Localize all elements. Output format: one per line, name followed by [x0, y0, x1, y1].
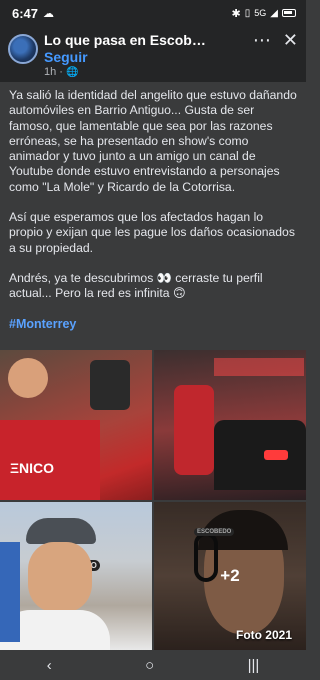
- seat-shape: [0, 542, 20, 642]
- page-avatar[interactable]: [8, 34, 38, 64]
- page-name[interactable]: Lo que pasa en Escob…: [44, 32, 247, 48]
- hashtag-link[interactable]: #Monterrey: [9, 317, 297, 332]
- bluetooth-icon: ✱: [231, 7, 241, 20]
- status-time: 6:47: [12, 5, 39, 21]
- post-paragraph-3: Andrés, ya te descubrimos 👀 cerraste tu …: [9, 270, 263, 301]
- photo-3[interactable]: ESCOBEDO: [0, 502, 152, 650]
- home-icon[interactable]: ○: [145, 657, 154, 674]
- photo-2[interactable]: [154, 350, 306, 500]
- close-icon[interactable]: ✕: [283, 30, 298, 51]
- cap-shape: [26, 518, 96, 544]
- post-paragraph-1: Ya salió la identidad del angelito que e…: [9, 88, 297, 194]
- post-paragraph-2: Así que esperamos que los afectados haga…: [9, 210, 295, 255]
- follow-button[interactable]: Seguir: [44, 49, 247, 65]
- post-time: 1h ·: [44, 66, 63, 78]
- post-header: Lo que pasa en Escob… Seguir 1h · 🌐 ⋯ ✕: [0, 26, 306, 82]
- battery-icon: [282, 9, 296, 17]
- person-shape: [90, 360, 130, 410]
- post-meta: 1h · 🌐: [44, 66, 247, 78]
- face-shape: [8, 358, 48, 398]
- shirt-text: ΞNICO: [10, 460, 55, 476]
- post-text: Ya salió la identidad del angelito que e…: [0, 82, 306, 332]
- more-photos-count: +2: [220, 566, 240, 585]
- face-shape: [28, 542, 92, 612]
- back-icon[interactable]: ‹: [47, 657, 52, 674]
- network-label: 5G: [254, 8, 267, 18]
- photo-caption: Foto 2021: [235, 628, 292, 642]
- system-nav-bar: ‹ ○ |||: [0, 650, 306, 680]
- status-bar: 6:47 ☁ ✱ ▯ 5G ◢: [0, 0, 306, 26]
- recents-icon[interactable]: |||: [248, 657, 260, 674]
- person-shape: [174, 385, 214, 475]
- photo-1[interactable]: ΞNICO: [0, 350, 152, 500]
- photo-4[interactable]: ESCOBEDO +2 Foto 2021: [154, 502, 306, 650]
- cloud-icon: ☁: [43, 7, 55, 20]
- lights-shape: [214, 358, 304, 376]
- photo-grid: ΞNICO ESCOBEDO ESCOBEDO +2 Foto 2021: [0, 350, 306, 650]
- signal-icon: ◢: [270, 7, 278, 19]
- globe-icon: 🌐: [65, 66, 79, 78]
- tail-light-shape: [264, 450, 288, 460]
- car-shape: [214, 420, 306, 490]
- more-options-icon[interactable]: ⋯: [253, 30, 271, 51]
- vibrate-icon: ▯: [244, 7, 251, 19]
